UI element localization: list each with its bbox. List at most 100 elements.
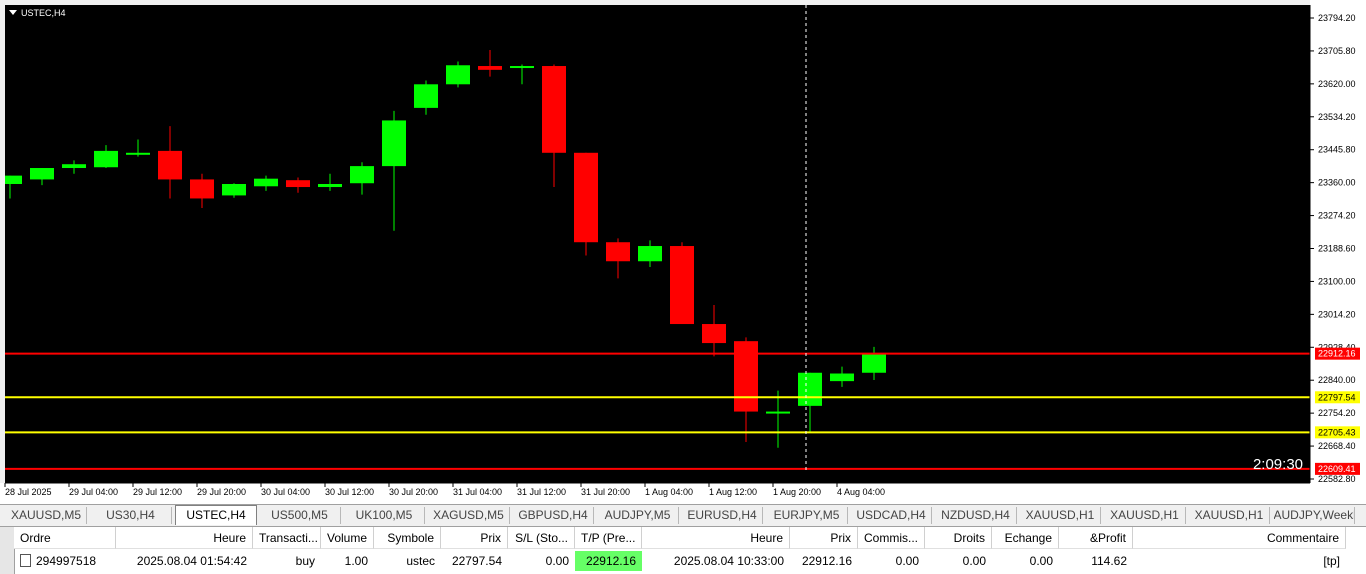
candle <box>574 152 598 256</box>
column-header-prix[interactable]: Prix <box>441 527 508 549</box>
candle-body <box>670 246 694 325</box>
price-axis-label: 22840.00 <box>1318 375 1356 385</box>
price-axis-label: 22754.20 <box>1318 408 1356 418</box>
column-header-echange[interactable]: Echange <box>992 527 1059 549</box>
cell-prix: 22797.54 <box>451 554 502 568</box>
candle-body <box>510 66 534 69</box>
price-axis-label: 23794.20 <box>1318 13 1356 23</box>
price-tag-label: 22705.43 <box>1318 427 1356 437</box>
column-header-commentaire[interactable]: Commentaire <box>1133 527 1346 549</box>
column-header-symbole[interactable]: Symbole <box>374 527 441 549</box>
cell-symbole: ustec <box>406 554 435 568</box>
column-header-ordre[interactable]: Ordre <box>14 527 116 549</box>
column-header-tp[interactable]: T/P (Pre... <box>575 527 642 549</box>
cell-echange: 0.00 <box>1029 554 1053 568</box>
candle-body <box>606 242 630 262</box>
chart-tab[interactable]: NZDUSD,H4 <box>936 507 1017 524</box>
candle-body <box>414 84 438 108</box>
order-document-icon <box>20 554 31 567</box>
price-tag-label: 22609.41 <box>1318 464 1356 474</box>
candle-body <box>478 66 502 70</box>
cell-heure: 2025.08.04 01:54:42 <box>136 554 247 568</box>
time-axis-label: 30 Jul 04:00 <box>261 487 310 497</box>
candle-body <box>382 120 406 167</box>
chart-tabs-bar: XAUUSD,M5 US30,H4 USTEC,H4 US500,M5 UK100,M5… <box>0 504 1366 525</box>
time-axis-label: 31 Jul 12:00 <box>517 487 566 497</box>
column-header-transaction[interactable]: Transacti... <box>253 527 321 549</box>
column-header-profit[interactable]: &Profit <box>1059 527 1133 549</box>
candle <box>670 242 694 325</box>
column-header-commission[interactable]: Commis... <box>858 527 925 549</box>
chart-tab[interactable]: US500,M5 <box>260 507 341 524</box>
time-axis-label: 1 Aug 12:00 <box>709 487 757 497</box>
column-header-sl[interactable]: S/L (Sto... <box>508 527 575 549</box>
price-axis-label: 23620.00 <box>1318 79 1356 89</box>
chart-tab[interactable]: EURUSD,H4 <box>682 507 763 524</box>
price-axis-label: 23705.80 <box>1318 46 1356 56</box>
column-header-heure2[interactable]: Heure <box>642 527 790 549</box>
candle-body <box>222 183 246 196</box>
time-axis-label: 1 Aug 20:00 <box>773 487 821 497</box>
terminal-side-label[interactable]: inal <box>0 527 15 574</box>
candle-body <box>798 372 822 406</box>
candle-body <box>5 175 22 184</box>
time-axis-label: 1 Aug 04:00 <box>645 487 693 497</box>
time-axis-label: 29 Jul 20:00 <box>197 487 246 497</box>
chart-tab[interactable]: XAUUSD,H1 <box>1105 507 1186 524</box>
chart-tab[interactable]: XAGUSD,M5 <box>429 507 510 524</box>
candle-body <box>574 152 598 243</box>
chart-tab[interactable]: GBPUSD,H4 <box>513 507 594 524</box>
candle-body <box>638 246 662 262</box>
candle-body <box>350 166 374 184</box>
candle-body <box>286 180 310 188</box>
price-axis-label: 22668.40 <box>1318 441 1356 451</box>
time-axis-label: 31 Jul 20:00 <box>581 487 630 497</box>
price-axis-label: 23014.20 <box>1318 309 1356 319</box>
time-axis-label: 28 Jul 2025 <box>5 487 52 497</box>
chart-tab[interactable]: USDCAD,H4 <box>851 507 932 524</box>
price-tag-label: 22797.54 <box>1318 392 1356 402</box>
chart-tab[interactable]: XAUUSD,M5 <box>6 507 87 524</box>
price-axis-label: 23188.60 <box>1318 244 1356 254</box>
time-axis-label: 29 Jul 12:00 <box>133 487 182 497</box>
chart-symbol-label: USTEC,H4 <box>21 8 66 18</box>
cell-profit: 114.62 <box>1091 554 1127 568</box>
chart-tab[interactable]: XAUUSD,H1 <box>1189 507 1270 524</box>
cell-transaction: buy <box>295 554 315 568</box>
cell-tp: 22912.16 <box>575 551 642 571</box>
cell-heure2: 2025.08.04 10:33:00 <box>673 554 784 568</box>
candle-body <box>94 150 118 168</box>
candle-body <box>158 150 182 180</box>
candle-body <box>318 183 342 188</box>
chart-tab[interactable]: US30,H4 <box>91 507 172 524</box>
price-axis-label: 23100.00 <box>1318 276 1356 286</box>
candle-body <box>702 324 726 344</box>
candle-countdown: 2:09:30 <box>1253 456 1303 473</box>
time-axis-label: 30 Jul 12:00 <box>325 487 374 497</box>
terminal-panel: inal OrdreHeureTransacti...VolumeSymbole… <box>0 526 1366 574</box>
price-chart[interactable]: 23794.20 23705.80 23620.00 23534.20 23445.80… <box>0 0 1366 504</box>
candle-body <box>126 152 150 155</box>
chart-tab[interactable]: XAUUSD,H1 <box>1020 507 1101 524</box>
column-header-heure[interactable]: Heure <box>116 527 253 549</box>
chart-tab[interactable]: USTEC,H4 <box>175 505 257 525</box>
candle-body <box>30 168 54 180</box>
time-axis-label: 29 Jul 04:00 <box>69 487 118 497</box>
cell-sl: 0.00 <box>545 554 569 568</box>
price-axis-label: 23360.00 <box>1318 178 1356 188</box>
chart-tab[interactable]: UK100,M5 <box>344 507 425 524</box>
column-header-volume[interactable]: Volume <box>321 527 374 549</box>
chart-tab[interactable]: AUDJPY,Weekl <box>1274 507 1355 524</box>
candle-body <box>542 66 566 153</box>
candle-body <box>830 373 854 382</box>
chart-tab[interactable]: AUDJPY,M5 <box>598 507 679 524</box>
cell-prix2: 22912.16 <box>801 554 852 568</box>
chart-window[interactable]: 23794.20 23705.80 23620.00 23534.20 23445.80… <box>0 0 1366 504</box>
column-header-prix2[interactable]: Prix <box>790 527 858 549</box>
cell-ordre: 294997518 <box>14 551 116 571</box>
chart-tab[interactable]: EURJPY,M5 <box>767 507 848 524</box>
cell-commission: 0.00 <box>895 554 919 568</box>
candle-body <box>62 164 86 169</box>
chart-background <box>5 5 1310 483</box>
column-header-droits[interactable]: Droits <box>925 527 992 549</box>
